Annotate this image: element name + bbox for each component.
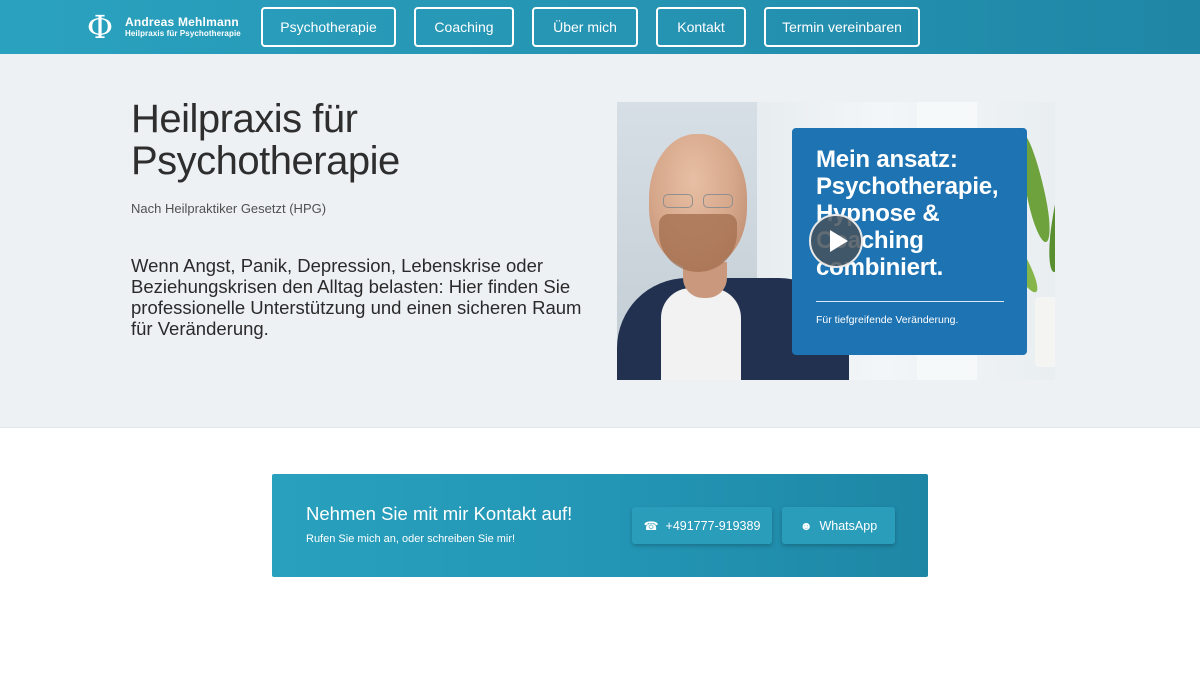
hero-section: Heilpraxis für Psychotherapie Nach Heilp…	[0, 54, 1200, 428]
brand-subtitle: Heilpraxis für Psychotherapie	[125, 29, 241, 38]
brand-logo[interactable]: Φ Andreas Mehlmann Heilpraxis für Psycho…	[86, 9, 241, 45]
hero-description: Wenn Angst, Panik, Depression, Lebenskri…	[131, 255, 582, 339]
phone-number-label: +491777-919389	[665, 518, 761, 533]
hero-subtitle: Nach Heilpraktiker Gesetzt (HPG)	[131, 201, 327, 216]
phone-icon: ☎	[643, 518, 659, 533]
brand-name: Andreas Mehlmann	[125, 15, 239, 29]
whatsapp-label: WhatsApp	[819, 518, 878, 533]
contact-subtitle: Rufen Sie mich an, oder schreiben Sie mi…	[306, 533, 516, 545]
plant-pot	[1035, 297, 1055, 367]
video-card-subtitle: Für tiefgreifende Veränderung.	[816, 314, 959, 326]
phi-logo-icon: Φ	[86, 8, 114, 46]
contact-title: Nehmen Sie mit mir Kontakt auf!	[306, 503, 573, 524]
intro-video[interactable]: Mein ansatz: Psychotherapie, Hypnose & C…	[617, 102, 1055, 380]
brand-text: Andreas Mehlmann Heilpraxis für Psychoth…	[125, 15, 241, 39]
video-card-divider	[816, 301, 1004, 302]
person-glasses	[663, 194, 735, 208]
nav-termin-button[interactable]: Termin vereinbaren	[764, 7, 920, 47]
video-play-button[interactable]	[809, 214, 863, 268]
nav-psychotherapie-button[interactable]: Psychotherapie	[261, 7, 396, 47]
site-header: Φ Andreas Mehlmann Heilpraxis für Psycho…	[0, 0, 1200, 54]
person-shirt	[661, 288, 741, 380]
page-title: Heilpraxis für Psychotherapie	[131, 97, 400, 183]
nav-ueber-mich-button[interactable]: Über mich	[532, 7, 638, 47]
play-icon	[829, 230, 848, 252]
nav-coaching-button[interactable]: Coaching	[414, 7, 514, 47]
nav-kontakt-button[interactable]: Kontakt	[656, 7, 746, 47]
call-phone-button[interactable]: ☎ +491777-919389	[632, 507, 772, 544]
whatsapp-icon: ☻	[799, 518, 813, 533]
whatsapp-button[interactable]: ☻ WhatsApp	[782, 507, 895, 544]
contact-box: Nehmen Sie mit mir Kontakt auf! Rufen Si…	[272, 474, 928, 577]
